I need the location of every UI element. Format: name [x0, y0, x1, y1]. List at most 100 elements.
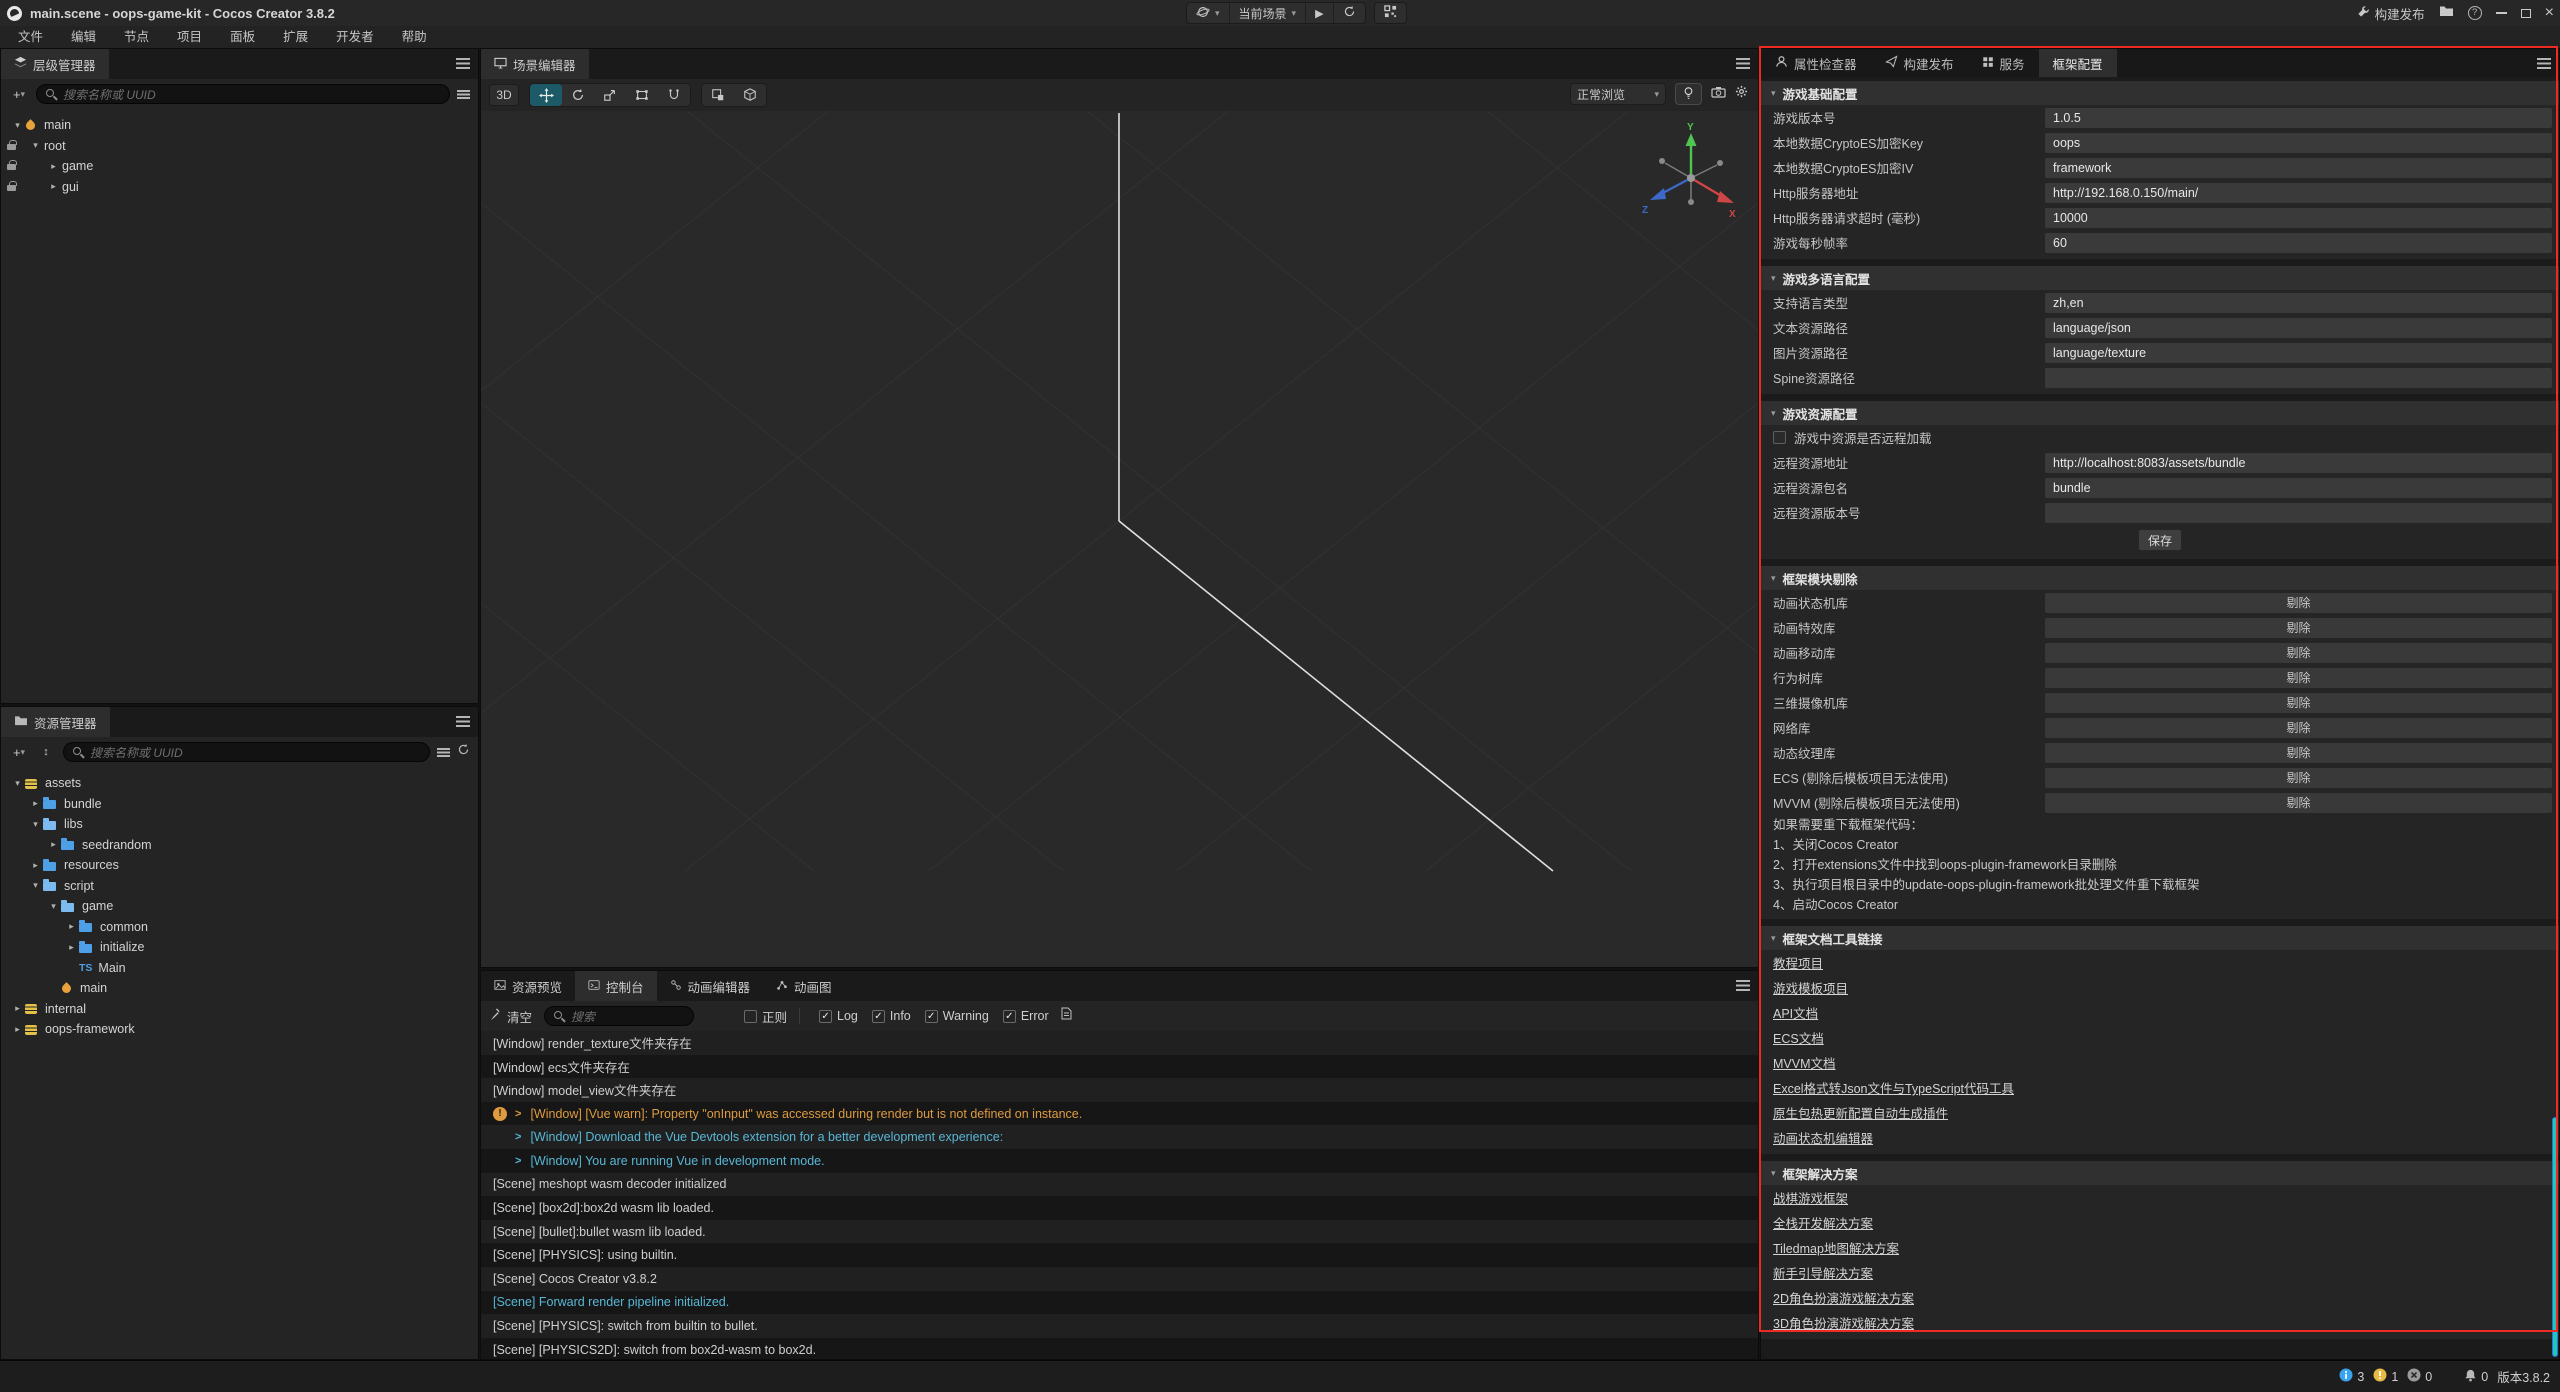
remove-module-button[interactable]: 剔除: [2045, 618, 2552, 638]
filter-icon[interactable]: [437, 748, 450, 757]
tab-属性检查器[interactable]: 属性检查器: [1761, 49, 1871, 77]
tree-node-resources[interactable]: ▸resources: [1, 855, 478, 876]
error-count[interactable]: 0: [2407, 1368, 2432, 1385]
tree-node-seedrandom[interactable]: ▸seedrandom: [1, 835, 478, 856]
snap-settings-button[interactable]: [702, 84, 734, 106]
scale-tool-button[interactable]: [594, 84, 626, 106]
move-tool-button[interactable]: [530, 84, 562, 106]
open-folder-icon[interactable]: [2439, 4, 2454, 22]
tree-node-game[interactable]: ▾game: [1, 896, 478, 917]
lock-icon[interactable]: [7, 164, 16, 170]
menu-文件[interactable]: 文件: [4, 26, 57, 48]
tree-node-assets[interactable]: ▾assets: [1, 773, 478, 794]
link-新手引导解决方案[interactable]: 新手引导解决方案: [1761, 1260, 2559, 1285]
menu-项目[interactable]: 项目: [163, 26, 216, 48]
field-input[interactable]: zh,en: [2045, 293, 2552, 313]
tab-服务[interactable]: 服务: [1968, 49, 2039, 77]
field-input[interactable]: http://192.168.0.150/main/: [2045, 183, 2552, 203]
section-header[interactable]: ▾框架文档工具链接: [1761, 926, 2559, 950]
view-mode-dropdown[interactable]: 正常浏览 ▾: [1570, 83, 1666, 105]
refresh-icon[interactable]: [457, 743, 470, 761]
link-ECS文档[interactable]: ECS文档: [1761, 1025, 2559, 1050]
clear-console-button[interactable]: 清空: [489, 1006, 532, 1026]
console-row[interactable]: [Scene] [PHYSICS2D]: switch from box2d-w…: [481, 1338, 1758, 1359]
tree-node-game[interactable]: ▸game: [1, 156, 478, 177]
orientation-gizmo[interactable]: Y X Z: [1641, 121, 1741, 221]
link-教程项目[interactable]: 教程项目: [1761, 950, 2559, 975]
console-row[interactable]: [Scene] [PHYSICS]: switch from builtin t…: [481, 1314, 1758, 1338]
rotate-tool-button[interactable]: [562, 84, 594, 106]
tree-node-common[interactable]: ▸common: [1, 917, 478, 938]
help-icon[interactable]: ?: [2468, 6, 2482, 20]
tree-node-internal[interactable]: ▸internal: [1, 999, 478, 1020]
tab-构建发布[interactable]: 构建发布: [1871, 49, 1968, 77]
link-Excel格式转Json文件与TypeScript代码工具[interactable]: Excel格式转Json文件与TypeScript代码工具: [1761, 1075, 2559, 1100]
field-input[interactable]: http://localhost:8083/assets/bundle: [2045, 453, 2552, 473]
tab-assets[interactable]: 资源管理器: [1, 707, 110, 737]
scene-viewport[interactable]: Y X Z: [481, 111, 1758, 967]
link-原生包热更新配置自动生成插件[interactable]: 原生包热更新配置自动生成插件: [1761, 1100, 2559, 1125]
preview-qr-button[interactable]: [1375, 3, 1406, 23]
console-row[interactable]: [Scene] [PHYSICS]: using builtin.: [481, 1243, 1758, 1267]
panel-menu-icon[interactable]: [2537, 58, 2551, 69]
console-row[interactable]: [Scene] [box2d]:box2d wasm lib loaded.: [481, 1196, 1758, 1220]
panel-menu-icon[interactable]: [1736, 58, 1750, 69]
scrollbar-thumb[interactable]: [2552, 1117, 2558, 1357]
info-count[interactable]: 3: [2339, 1368, 2364, 1385]
console-row[interactable]: [Window] render_texture文件夹存在: [481, 1031, 1758, 1055]
menu-扩展[interactable]: 扩展: [269, 26, 322, 48]
scene-select-dropdown[interactable]: 当前场景 ▾: [1230, 3, 1307, 23]
expand-chevron-icon[interactable]: >: [515, 1108, 521, 1120]
play-button[interactable]: ▶: [1306, 3, 1333, 23]
expand-arrow[interactable]: ▸: [47, 181, 60, 192]
filter-log[interactable]: Log: [819, 1009, 858, 1023]
filter-icon[interactable]: [457, 90, 470, 99]
lock-icon[interactable]: [7, 185, 16, 191]
create-node-button[interactable]: +▾: [9, 84, 29, 104]
link-全栈开发解决方案[interactable]: 全栈开发解决方案: [1761, 1210, 2559, 1235]
link-游戏模板项目[interactable]: 游戏模板项目: [1761, 975, 2559, 1000]
expand-arrow[interactable]: ▸: [11, 1003, 24, 1014]
window-close-button[interactable]: ×: [2545, 6, 2554, 20]
field-input[interactable]: framework: [2045, 158, 2552, 178]
expand-arrow[interactable]: ▸: [65, 942, 78, 953]
notification-count[interactable]: 0: [2464, 1368, 2488, 1385]
expand-arrow[interactable]: ▸: [47, 839, 60, 850]
tree-node-main[interactable]: main: [1, 978, 478, 999]
remove-module-button[interactable]: 剔除: [2045, 593, 2552, 613]
expand-arrow[interactable]: ▸: [47, 161, 60, 172]
tree-node-main[interactable]: ▾main: [1, 115, 478, 136]
expand-arrow[interactable]: ▾: [29, 880, 42, 891]
panel-menu-icon[interactable]: [456, 716, 470, 727]
remove-module-button[interactable]: 剔除: [2045, 718, 2552, 738]
menu-帮助[interactable]: 帮助: [388, 26, 441, 48]
tab-hierarchy[interactable]: 层级管理器: [1, 49, 109, 79]
console-row[interactable]: [Scene] Forward render pipeline initiali…: [481, 1291, 1758, 1315]
tree-node-libs[interactable]: ▾libs: [1, 814, 478, 835]
collider-view-button[interactable]: [734, 84, 766, 106]
expand-arrow[interactable]: ▾: [47, 901, 60, 912]
remove-module-button[interactable]: 剔除: [2045, 643, 2552, 663]
tree-node-oops-framework[interactable]: ▸oops-framework: [1, 1019, 478, 1040]
tree-node-initialize[interactable]: ▸initialize: [1, 937, 478, 958]
link-Tiledmap地图解决方案[interactable]: Tiledmap地图解决方案: [1761, 1235, 2559, 1260]
menu-开发者[interactable]: 开发者: [322, 26, 388, 48]
remove-module-button[interactable]: 剔除: [2045, 743, 2552, 763]
build-publish-button[interactable]: 构建发布: [2357, 4, 2425, 23]
expand-arrow[interactable]: ▸: [29, 860, 42, 871]
console-row[interactable]: [Scene] meshopt wasm decoder initialized: [481, 1173, 1758, 1197]
filter-info[interactable]: Info: [872, 1009, 911, 1023]
hierarchy-search-input[interactable]: 搜索名称或 UUID: [36, 84, 450, 104]
save-button[interactable]: 保存: [2138, 529, 2182, 551]
section-header[interactable]: ▾游戏资源配置: [1761, 401, 2559, 425]
menu-节点[interactable]: 节点: [110, 26, 163, 48]
link-MVVM文档[interactable]: MVVM文档: [1761, 1050, 2559, 1075]
section-header[interactable]: ▾框架模块剔除: [1761, 566, 2559, 590]
expand-chevron-icon[interactable]: >: [515, 1131, 521, 1143]
remove-module-button[interactable]: 剔除: [2045, 793, 2552, 813]
console-row[interactable]: >[Window] Download the Vue Devtools exte…: [481, 1125, 1758, 1149]
tab-控制台[interactable]: 控制台: [575, 971, 657, 1001]
filter-warning[interactable]: Warning: [925, 1009, 989, 1023]
console-row[interactable]: !>[Window] [Vue warn]: Property "onInput…: [481, 1102, 1758, 1126]
tab-框架配置[interactable]: 框架配置: [2039, 49, 2117, 77]
